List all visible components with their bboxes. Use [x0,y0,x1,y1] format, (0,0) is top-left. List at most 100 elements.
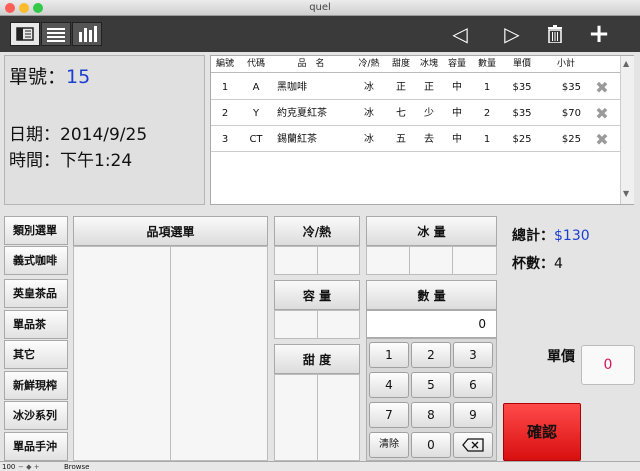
order-date-label: 日期： [9,125,60,145]
next-record-icon[interactable]: ▷ [497,21,527,47]
item-menu-list-left[interactable] [73,246,171,461]
table-row[interactable]: 2 Y 約克夏紅茶 冰 七 少 中 2 $35 $70 ✖ [211,102,620,126]
category-other[interactable]: 其它 [4,340,68,369]
hot-cold-option[interactable] [274,246,318,275]
window-title: quel [309,2,331,13]
table-view-icon [79,26,97,42]
category-royal-tea[interactable]: 英皇茶品 [4,279,68,308]
row-hot-cold: 冰 [364,134,374,145]
delete-row-icon[interactable]: ✖ [594,106,610,122]
key-6[interactable]: 6 [453,372,493,398]
delete-row-icon[interactable]: ✖ [594,80,610,96]
key-3[interactable]: 3 [453,342,493,368]
ice-header: 冰 量 [366,216,497,246]
order-number-value: 15 [66,66,91,88]
row-hot-cold: 冰 [364,108,374,119]
col-header-code: 代碼 [246,59,265,69]
table-row[interactable]: 3 CT 錫蘭紅茶 冰 五 去 中 1 $25 $25 ✖ [211,128,620,152]
ice-option[interactable] [452,246,497,275]
row-sweetness: 正 [396,82,406,93]
col-header-sweetness: 甜度 [391,59,410,69]
col-header-quantity: 數量 [477,59,496,69]
key-8[interactable]: 8 [411,402,451,428]
sweetness-header: 甜 度 [274,344,360,374]
table-row[interactable]: 1 A 黑咖啡 冰 正 正 中 1 $35 $35 ✖ [211,76,620,100]
delete-row-icon[interactable]: ✖ [594,132,610,148]
minimize-window-button[interactable] [19,3,29,13]
list-view-icon [47,28,65,42]
table-header: 編號 代碼 品 名 冷/熱 甜度 冰塊 容量 數量 單價 小計 [211,56,620,73]
row-hot-cold: 冰 [364,82,374,93]
form-view-icon [16,27,34,41]
key-7[interactable]: 7 [369,402,409,428]
quantity-input[interactable]: 0 [366,310,497,338]
zoom-controls-icon[interactable]: − ◆ + [18,462,40,471]
row-ice: 正 [424,82,434,93]
row-subtotal: $35 [561,82,581,93]
col-header-no: 編號 [215,59,234,69]
col-header-unit-price: 單價 [512,59,531,69]
item-menu-header: 品項選單 [73,216,268,246]
capacity-option[interactable] [274,310,318,339]
list-view-button[interactable] [41,22,71,46]
row-quantity: 2 [483,108,491,119]
key-1[interactable]: 1 [369,342,409,368]
table-view-button[interactable] [72,22,102,46]
row-ice: 少 [424,108,434,119]
item-menu-list-right[interactable] [170,246,268,461]
capacity-option[interactable] [317,310,360,339]
unit-price-value[interactable]: 0 [581,345,635,385]
ice-option[interactable] [409,246,453,275]
form-view-button[interactable] [10,22,40,46]
category-espresso[interactable]: 義式咖啡 [4,246,68,275]
category-pour-over[interactable]: 單品手沖 [4,432,68,461]
row-unit-price: $35 [512,108,532,119]
key-0[interactable]: 0 [411,432,451,458]
row-no: 3 [221,134,229,145]
capacity-header: 容 量 [274,280,360,310]
sweetness-option[interactable] [274,374,318,461]
key-backspace[interactable] [453,432,493,458]
sweetness-option[interactable] [317,374,360,461]
ice-option[interactable] [366,246,410,275]
key-2[interactable]: 2 [411,342,451,368]
scroll-down-icon[interactable]: ▼ [623,189,629,198]
order-time-value: 下午1:24 [60,151,133,171]
order-number: 單號：15 [9,62,90,89]
key-5[interactable]: 5 [411,372,451,398]
col-header-hot-cold: 冷/熱 [358,59,380,69]
hot-cold-option[interactable] [317,246,360,275]
col-header-ice: 冰塊 [419,59,438,69]
category-smoothie[interactable]: 冰沙系列 [4,401,68,430]
zoom-level[interactable]: 100 [2,462,15,471]
col-header-subtotal: 小計 [556,59,575,69]
mode-label[interactable]: Browse [64,462,90,471]
hot-cold-header: 冷/熱 [274,216,360,246]
row-code: A [252,82,260,93]
add-record-icon[interactable]: + [584,21,614,47]
order-number-label: 單號： [9,66,67,88]
row-name: 約克夏紅茶 [277,108,327,119]
key-9[interactable]: 9 [453,402,493,428]
category-header: 類別選單 [4,216,68,245]
cups: 杯數：4 [512,253,563,273]
close-window-button[interactable] [5,3,15,13]
cups-label: 杯數： [512,256,554,272]
trash-icon [548,25,562,44]
col-header-capacity: 容量 [447,59,466,69]
zoom-window-button[interactable] [33,3,43,13]
table-scrollbar[interactable]: ▲ ▼ [620,56,634,204]
key-clear[interactable]: 清除 [369,432,409,458]
title-bar: quel [0,0,640,16]
delete-record-icon[interactable] [540,21,570,47]
scroll-up-icon[interactable]: ▲ [623,59,629,68]
cups-value: 4 [554,256,563,272]
row-name: 黑咖啡 [277,82,307,93]
category-single-tea[interactable]: 單品茶 [4,310,68,339]
category-fresh-juice[interactable]: 新鮮現榨 [4,371,68,400]
key-4[interactable]: 4 [369,372,409,398]
order-time: 時間：下午1:24 [9,146,132,171]
row-ice: 去 [424,134,434,145]
previous-record-icon[interactable]: ◁ [445,21,475,47]
confirm-button[interactable]: 確認 [503,403,581,461]
